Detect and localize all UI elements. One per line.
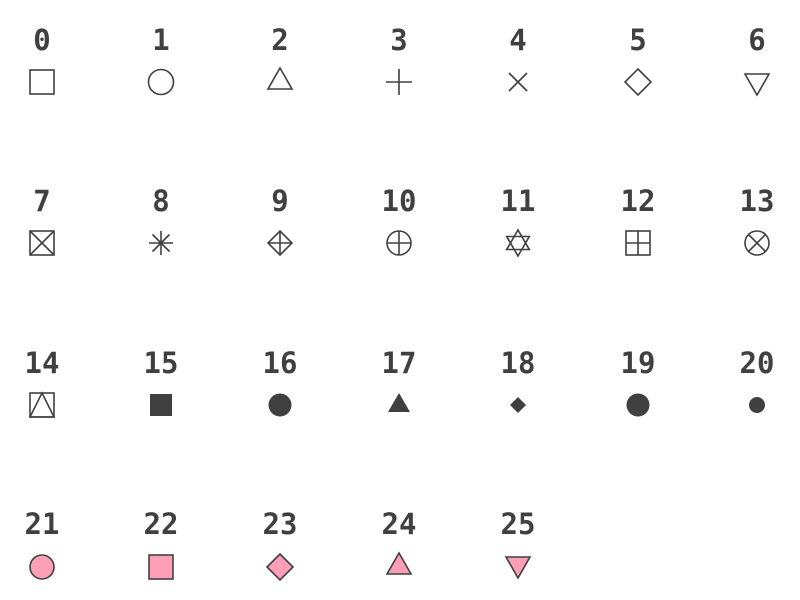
open-triangle-icon — [266, 66, 294, 90]
shape-code-label: 4 — [509, 23, 526, 57]
pink-circle-icon — [29, 554, 55, 580]
diamond-plus-icon — [266, 229, 294, 257]
shape-code-label: 23 — [263, 507, 298, 541]
shape-cell-5: 5 — [623, 23, 653, 97]
shape-code-label: 24 — [382, 507, 417, 541]
shape-cell-15: 15 — [144, 346, 179, 416]
shape-code-label: 22 — [144, 507, 179, 541]
shape-code-label: 16 — [263, 346, 298, 380]
shape-cell-17: 17 — [382, 346, 417, 412]
filled-circle-icon — [268, 393, 292, 417]
square-cross-icon — [29, 230, 55, 256]
circle-cross-icon — [744, 230, 770, 256]
shape-cell-8: 8 — [149, 184, 173, 255]
shape-cell-2: 2 — [266, 23, 294, 90]
shape-code-label: 11 — [501, 184, 536, 218]
shape-cell-12: 12 — [621, 184, 656, 256]
pink-square-icon — [148, 554, 174, 580]
filled-triangle-icon — [388, 393, 410, 412]
pink-diamond-icon — [265, 552, 295, 582]
shape-code-label: 19 — [621, 346, 656, 380]
shape-cell-13: 13 — [740, 184, 775, 256]
shape-code-label: 5 — [629, 23, 646, 57]
shape-code-label: 18 — [501, 346, 536, 380]
shape-code-label: 8 — [152, 184, 169, 218]
shape-cell-22: 22 — [144, 507, 179, 580]
filled-small-diamond-icon — [510, 397, 526, 413]
shape-grid: 0 1 2 3 4 5 67 8 9 10 11 12 1314 15 16 17 18 19 2021 22 23 24… — [25, 23, 775, 582]
shape-cell-18: 18 — [501, 346, 536, 413]
shape-code-label: 17 — [382, 346, 417, 380]
square-plus-icon — [625, 230, 651, 256]
shape-code-label: 15 — [144, 346, 179, 380]
shape-cell-23: 23 — [263, 507, 298, 582]
shape-cell-1: 1 — [147, 23, 175, 96]
open-circle-icon — [147, 68, 175, 96]
shape-cell-0: 0 — [29, 23, 55, 95]
shape-cell-9: 9 — [266, 184, 294, 257]
shape-cell-16: 16 — [263, 346, 298, 417]
shape-code-label: 1 — [152, 23, 169, 57]
open-square-icon — [29, 69, 55, 95]
filled-small-circle-icon — [749, 397, 765, 413]
shape-code-label: 25 — [501, 507, 536, 541]
shape-cell-14: 14 — [25, 346, 60, 418]
shape-code-label: 9 — [271, 184, 288, 218]
filled-square-icon — [150, 394, 172, 416]
shape-code-label: 12 — [621, 184, 656, 218]
shape-code-label: 0 — [33, 23, 50, 57]
shape-code-label: 13 — [740, 184, 775, 218]
square-triangle-icon — [28, 391, 56, 418]
open-down-triangle-icon — [743, 73, 771, 97]
shape-cell-7: 7 — [29, 184, 55, 256]
circle-plus-icon — [386, 230, 412, 256]
shape-code-label: 21 — [25, 507, 60, 541]
shape-cell-20: 20 — [740, 346, 775, 413]
open-diamond-icon — [623, 67, 653, 97]
shape-code-label: 10 — [382, 184, 417, 218]
filled-large-circle-icon — [626, 393, 650, 417]
plus-icon — [386, 69, 412, 95]
cross-icon — [508, 72, 528, 92]
shape-cell-19: 19 — [621, 346, 656, 417]
shape-cell-3: 3 — [386, 23, 412, 95]
shape-cell-11: 11 — [501, 184, 536, 258]
star-of-david-icon — [505, 228, 531, 258]
shape-cell-21: 21 — [25, 507, 60, 580]
shape-code-label: 14 — [25, 346, 60, 380]
shape-cell-25: 25 — [501, 507, 536, 580]
asterisk-icon — [149, 231, 173, 255]
shape-cell-24: 24 — [382, 507, 417, 575]
shape-cell-4: 4 — [508, 23, 528, 92]
pink-down-triangle-icon — [504, 556, 532, 580]
shape-code-label: 20 — [740, 346, 775, 380]
shape-code-label: 3 — [390, 23, 407, 57]
pink-triangle-icon — [385, 551, 413, 575]
shape-code-label: 2 — [271, 23, 288, 57]
shape-code-label: 7 — [33, 184, 50, 218]
shape-code-label: 6 — [748, 23, 765, 57]
shape-cell-6: 6 — [743, 23, 771, 97]
shape-cell-10: 10 — [382, 184, 417, 256]
